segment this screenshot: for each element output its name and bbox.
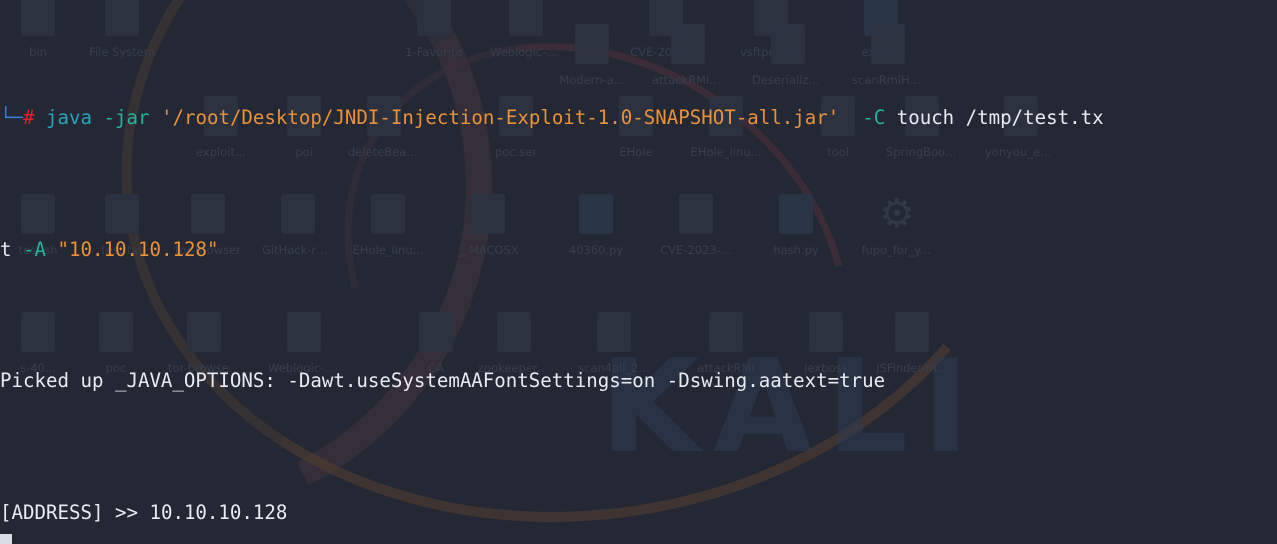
- space-7: [46, 238, 58, 261]
- terminal-cursor: [0, 534, 12, 544]
- command-flag-c: -C: [862, 106, 886, 130]
- space-2: [92, 106, 104, 129]
- space-3: [149, 106, 161, 129]
- address-line: [ADDRESS] >> 10.10.10.128: [0, 500, 1277, 526]
- command-binary: java: [46, 106, 92, 130]
- command-wrap-prefix: t: [0, 237, 12, 261]
- space-1: [35, 106, 47, 129]
- command-flag-jar: -jar: [103, 106, 150, 130]
- command-jar-path: '/root/Desktop/JNDI-Injection-Exploit-1.…: [160, 106, 840, 130]
- command-address-value: "10.10.10.128": [57, 237, 219, 261]
- java-options-line: Picked up _JAVA_OPTIONS: -Dawt.useSystem…: [0, 369, 886, 393]
- space-5: [885, 106, 897, 129]
- space-6: [12, 238, 24, 261]
- prompt-continuation-glyph: └─: [0, 106, 23, 130]
- space-4: [839, 106, 862, 129]
- terminal-window[interactable]: KALI bin File System 1-Favorite Weblogic-2.…: [0, 0, 1277, 544]
- terminal-screen: └─# java -jar '/root/Desktop/JNDI-Inject…: [0, 0, 1277, 544]
- prompt-line: └─# java -jar '/root/Desktop/JNDI-Inject…: [0, 105, 1277, 131]
- address-value: 10.10.10.128: [149, 500, 288, 524]
- command-value: touch /tmp/test.tx: [896, 106, 1104, 130]
- prompt-line-wrap: t -A "10.10.10.128": [0, 237, 1277, 263]
- prompt-symbol: #: [23, 106, 35, 130]
- command-flag-a: -A: [23, 237, 46, 261]
- address-label: [ADDRESS] >>: [0, 500, 150, 524]
